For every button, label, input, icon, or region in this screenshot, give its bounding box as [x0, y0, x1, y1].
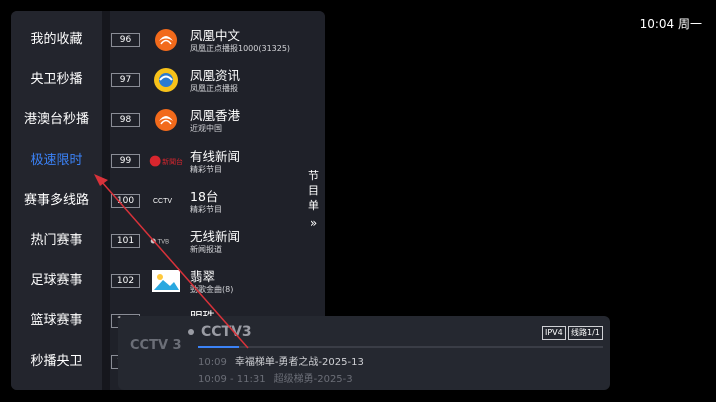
category-item[interactable]: 秒播央卫	[11, 342, 102, 382]
channel-row[interactable]: 101 TVB 无线新闻 新闻报道	[111, 221, 301, 261]
channel-program: 新闻报道	[190, 245, 222, 254]
current-program: 10:09 幸福梯单-勇者之战-2025-13	[198, 353, 364, 368]
channel-name: 凤凰中文	[190, 28, 241, 43]
channel-name: 无线新闻	[190, 229, 241, 244]
program-progress-bar	[198, 346, 603, 348]
channel-name: 凤凰香港	[190, 108, 241, 124]
channel-number: 99	[111, 153, 140, 168]
next-program-time: 10:09 - 11:31	[198, 374, 266, 385]
category-item[interactable]: 极速限时	[11, 141, 102, 181]
double-chevron-right-icon: »	[309, 216, 318, 230]
channel-row[interactable]: 98 凤凰香港 近观中国	[111, 100, 301, 140]
column-divider	[102, 11, 110, 390]
channel-row[interactable]: 102 翡翠 勁歌金曲(8)	[111, 261, 301, 301]
phoenix-hk-icon	[149, 107, 183, 133]
channel-name: 有线新闻	[190, 148, 241, 164]
category-item[interactable]: 足球赛事	[11, 261, 102, 301]
svg-text:新聞台: 新聞台	[162, 157, 183, 166]
category-item[interactable]: 赛事多线路	[11, 181, 102, 221]
category-item[interactable]: 热门赛事	[11, 221, 102, 261]
channel-info-bar: CCTV 3 CCTV3 IPV4 线路1/1 10:09 幸福梯单-勇者之战-2…	[118, 316, 610, 390]
channel-program: 勁歌金曲(8)	[190, 285, 234, 295]
channel-number: 97	[111, 73, 140, 88]
phoenix-info-icon	[149, 67, 183, 93]
epg-tab-label: 节目单	[308, 169, 319, 212]
category-item[interactable]: 篮球赛事	[11, 301, 102, 341]
category-item[interactable]: 港澳台秒播	[11, 100, 102, 140]
channel-name: 翡翠	[190, 269, 216, 285]
category-item[interactable]: 央卫秒播	[11, 60, 102, 100]
channel-row[interactable]: 100 CCTV 18台 精彩节目	[111, 181, 301, 221]
channel-program: 凤凰正点播报	[190, 84, 238, 94]
next-program-title: 超级梯勇-2025-3	[273, 374, 353, 385]
next-program: 10:09 - 11:31 超级梯勇-2025-3	[198, 370, 353, 385]
current-program-title: 幸福梯单-勇者之战-2025-13	[234, 357, 364, 368]
channel-number: 101	[111, 234, 140, 248]
line-badge: 线路1/1	[568, 326, 603, 340]
channel-name: 凤凰资讯	[190, 68, 241, 84]
info-channel-name: CCTV3	[201, 324, 252, 340]
svg-text:TVB: TVB	[158, 240, 170, 246]
channel-number: 100	[111, 193, 140, 208]
ipv-badge: IPV4	[542, 326, 566, 340]
channel-program: 凤凰正点播报1000(31325)	[190, 44, 291, 53]
channel-program: 精彩节目	[190, 204, 222, 214]
channel-name: 18台	[190, 188, 219, 204]
tvb-news-icon: TVB	[149, 228, 183, 254]
channel-program: 近观中国	[190, 124, 222, 134]
channel-row[interactable]: 96 凤凰中文 凤凰正点播报1000(31325)	[111, 20, 301, 60]
phoenix-icon	[149, 27, 183, 53]
cable-news-icon: 新聞台	[149, 148, 183, 174]
channel-number: 98	[111, 113, 140, 128]
ghost-channel-logo: CCTV 3	[130, 338, 182, 353]
channel-row[interactable]: 99 新聞台 有线新闻 精彩节目	[111, 141, 301, 181]
clock: 10:04 周一	[639, 17, 702, 31]
current-program-time: 10:09	[198, 357, 227, 368]
channel-program: 精彩节目	[190, 164, 222, 174]
svg-text:CCTV: CCTV	[153, 198, 172, 205]
program-progress-fill	[198, 346, 239, 348]
channel-number: 102	[111, 274, 140, 289]
image-icon	[149, 268, 183, 294]
category-list: 我的收藏 央卫秒播 港澳台秒播 极速限时 赛事多线路 热门赛事 足球赛事 篮球赛事 秒播央卫	[11, 11, 102, 390]
channel-row[interactable]: 97 凤凰资讯 凤凰正点播报	[111, 60, 301, 100]
category-item[interactable]: 我的收藏	[11, 20, 102, 60]
channel-number: 96	[111, 33, 140, 47]
cctv-icon: CCTV	[149, 188, 183, 214]
live-dot-icon	[188, 329, 194, 335]
